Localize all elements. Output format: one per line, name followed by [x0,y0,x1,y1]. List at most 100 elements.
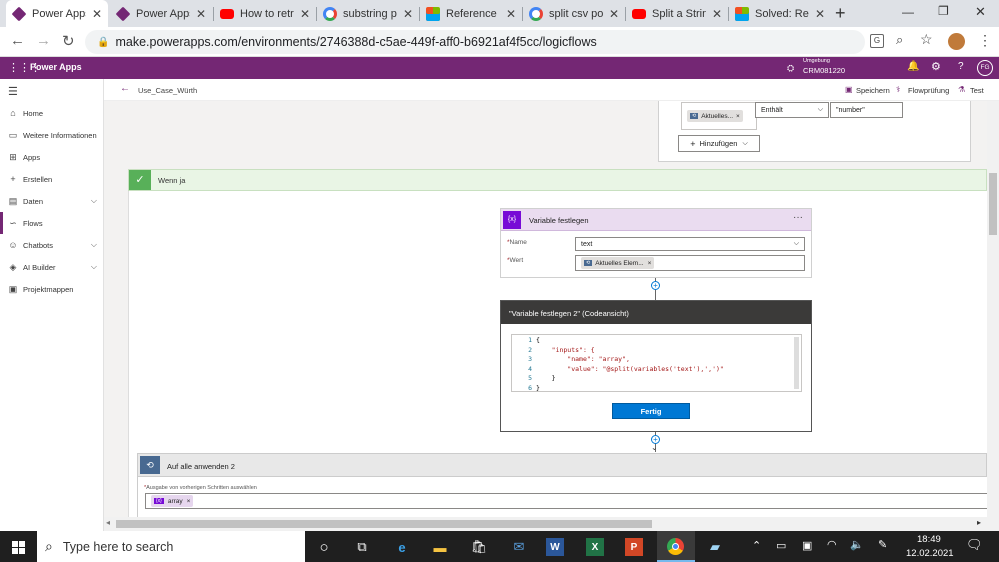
bookmark-star-icon[interactable]: ☆ [920,31,933,48]
nav-item-chatbots[interactable]: ☺ Chatbots ⌵ [0,234,104,256]
variable-icon: {x} [503,211,521,229]
nav-item-projektmappen[interactable]: ▣ Projektmappen [0,278,104,300]
nav-item-weitere-informationen[interactable]: ▭ Weitere Informationen [0,124,104,146]
browser-tab[interactable]: Split a String ✕ [626,0,728,27]
snip-icon[interactable]: ▰ [703,535,727,559]
bell-icon[interactable]: 🔔 [907,61,919,72]
minimize-icon[interactable]: — [902,5,914,19]
dynamic-token[interactable]: ⟲ Aktuelles... × [687,110,743,122]
flow-checker-button[interactable]: Flowprüfung [908,86,949,95]
store-icon[interactable]: 🛍 [467,535,491,559]
browser-tab[interactable]: Reference g ✕ [420,0,522,27]
close-tab-icon[interactable]: ✕ [506,7,516,21]
remove-token-icon[interactable]: × [648,260,652,267]
close-tab-icon[interactable]: ✕ [403,7,413,21]
close-tab-icon[interactable]: ✕ [712,7,722,21]
back-arrow-icon[interactable]: ← [120,83,130,94]
nav-item-daten[interactable]: ▤ Daten ⌵ [0,190,104,212]
dynamic-token[interactable]: {x} array × [151,495,194,507]
scroll-left-icon[interactable]: ◂ [106,518,110,527]
chrome-taskbar-button[interactable] [657,531,695,562]
variable-name-dropdown[interactable]: text ⌵ [575,237,805,251]
environment-name[interactable]: CRM081220 [803,66,845,75]
nav-item-home[interactable]: ⌂ Home [0,102,104,124]
scroll-thumb[interactable] [116,520,652,528]
condition-operand-field[interactable]: ⟲ Aktuelles... × [681,102,757,130]
cortana-icon[interactable]: ○ [312,535,336,559]
test-button[interactable]: Test [970,86,984,95]
more-options-icon[interactable]: ··· [793,212,803,223]
close-tab-icon[interactable]: ✕ [300,7,310,21]
gear-icon[interactable]: ⚙ [931,60,941,73]
code-scrollbar[interactable] [794,337,799,389]
excel-icon[interactable]: X [586,538,604,556]
task-view-icon[interactable]: ⧉ [350,535,374,559]
browser-tab[interactable]: Power Apps ✕ [110,0,212,27]
browser-tab[interactable]: split csv pov ✕ [523,0,625,27]
file-explorer-icon[interactable]: ▬ [428,535,452,559]
nav-item-apps[interactable]: ⊞ Apps [0,146,104,168]
avatar[interactable]: FG [977,60,993,76]
profile-avatar[interactable] [948,33,965,50]
close-tab-icon[interactable]: ✕ [609,7,619,21]
nav-item-erstellen[interactable]: + Erstellen [0,168,104,190]
menu-dots-icon[interactable]: ⋮ [978,32,992,49]
forward-icon[interactable]: → [36,32,51,49]
previous-step-output-input[interactable]: {x} array × [145,493,987,509]
remove-token-icon[interactable]: × [187,498,191,505]
back-icon[interactable]: ← [10,32,25,49]
wifi-icon[interactable]: ◠ [827,538,837,551]
clock-date[interactable]: 12.02.2021 [906,548,954,559]
set-variable-header[interactable]: {x} Variable festlegen ··· [501,209,811,231]
operator-dropdown[interactable]: Enthält ⌵ [755,102,829,118]
vertical-scrollbar[interactable] [987,101,999,531]
code-editor[interactable]: 123456 { "inputs": { "name": "array", "v… [511,334,802,392]
close-tab-icon[interactable]: ✕ [196,7,206,21]
save-button[interactable]: Speichern [856,86,890,95]
pen-icon[interactable]: ✎ [878,538,887,551]
browser-tab[interactable]: substring po ✕ [317,0,419,27]
browser-tab[interactable]: Power Apps ✕ [6,0,108,27]
variable-value-input[interactable]: ⟲ Aktuelles Elem... × [575,255,805,271]
mail-icon[interactable]: ✉ [507,535,531,559]
nav-item-flows[interactable]: ∽ Flows [0,212,104,234]
add-button[interactable]: + Hinzufügen ⌵ [678,135,760,152]
windows-start-icon[interactable] [6,535,30,559]
close-tab-icon[interactable]: ✕ [92,7,102,21]
new-tab-button[interactable]: + [835,3,846,24]
remove-token-icon[interactable]: × [736,113,740,120]
apply-to-each-header[interactable]: ⟲ Auf alle anwenden 2 [137,453,987,477]
close-tab-icon[interactable]: ✕ [815,7,825,21]
set-variable-card: {x} Variable festlegen ··· *Name text ⌵ *… [500,208,812,278]
translate-icon[interactable]: G [870,34,884,48]
reload-icon[interactable]: ↻ [62,32,75,50]
horizontal-scrollbar[interactable]: ◂ ▸ [104,517,987,531]
network-icon[interactable]: ▣ [802,539,812,552]
done-button[interactable]: Fertig [612,403,690,419]
restore-icon[interactable]: ❐ [938,4,949,18]
hamburger-icon[interactable]: ☰ [8,85,18,98]
scroll-right-icon[interactable]: ▸ [977,518,981,527]
battery-icon[interactable]: ▭ [776,539,786,552]
condition-value-input[interactable]: "number" [830,102,903,118]
chevron-down-icon: ⌵ [793,240,799,247]
insert-step-icon[interactable]: + [651,281,660,290]
edge-icon[interactable]: e [390,535,414,559]
volume-icon[interactable]: 🔈 [850,538,864,551]
zoom-icon[interactable]: ⌕ [896,32,903,48]
url-input[interactable]: 🔒 make.powerapps.com/environments/274638… [85,30,865,54]
word-icon[interactable]: W [546,538,564,556]
scroll-thumb[interactable] [989,173,997,235]
help-icon[interactable]: ? [958,61,964,72]
powerpoint-icon[interactable]: P [625,538,643,556]
browser-tab[interactable]: How to retri ✕ [214,0,316,27]
tray-chevron-icon[interactable]: ⌃ [752,539,761,552]
browser-tab[interactable]: Solved: Re: C ✕ [729,0,831,27]
notifications-icon[interactable]: 🗨 [966,537,983,553]
window-close-icon[interactable]: ✕ [975,4,986,20]
dynamic-token[interactable]: ⟲ Aktuelles Elem... × [581,257,655,269]
loop-icon: ⟲ [140,456,160,474]
clock-time[interactable]: 18:49 [917,534,941,545]
taskbar-search-box[interactable]: ⌕ Type here to search [37,531,305,562]
nav-item-ai-builder[interactable]: ◈ AI Builder ⌵ [0,256,104,278]
